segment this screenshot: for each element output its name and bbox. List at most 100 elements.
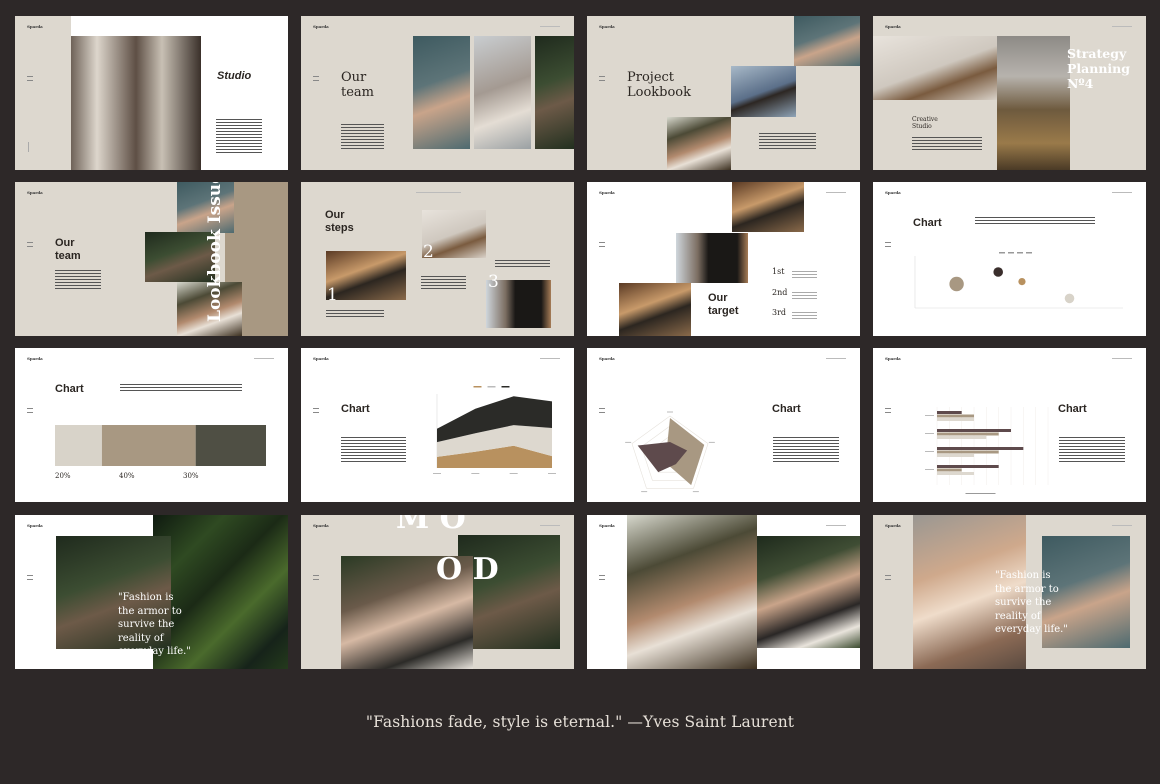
slide-studio[interactable]: Sparda Studio <box>15 16 288 170</box>
bar-segment <box>55 425 102 466</box>
header-line <box>540 26 560 27</box>
brand-logo: Sparda <box>27 523 43 528</box>
side-meta <box>885 408 891 416</box>
header-line <box>1112 358 1132 359</box>
x-tick-label <box>509 473 518 474</box>
slide-chart-area[interactable]: Sparda Chart <box>301 348 574 502</box>
quote-line: everyday life." <box>995 624 1068 635</box>
bar <box>937 429 1011 432</box>
photo-team-1 <box>413 36 470 149</box>
side-meta <box>27 76 33 84</box>
x-tick-label <box>433 473 441 474</box>
brand-logo: Sparda <box>885 523 901 528</box>
slide-our-team[interactable]: Sparda Our team <box>301 16 574 170</box>
quote-line: the armor to <box>118 605 182 617</box>
header-line <box>1112 525 1132 526</box>
category-label <box>925 415 934 416</box>
slide-title: Chart <box>1058 403 1087 415</box>
title-line: target <box>708 305 739 317</box>
percent-label-3: 30% <box>183 472 199 480</box>
brand-logo: Sparda <box>885 190 901 195</box>
slide-our-target[interactable]: Sparda Our target 1st 2nd 3rd <box>587 182 860 336</box>
slide-project-lookbook[interactable]: Sparda Project Lookbook <box>587 16 860 170</box>
quote-text: "Fashion is the armor to survive the rea… <box>995 569 1068 637</box>
bar <box>937 450 999 454</box>
side-meta <box>313 575 319 583</box>
header-line <box>826 525 846 526</box>
slide-title: Studio <box>217 70 252 82</box>
body-text <box>1059 437 1125 464</box>
header-line <box>416 192 461 193</box>
slide-chart-radar[interactable]: Sparda Chart <box>587 348 860 502</box>
slide-quote-portrait[interactable]: Sparda "Fashion is the armor to survive … <box>873 515 1146 669</box>
title-line: Our <box>708 292 728 304</box>
title-line: Our <box>325 209 345 221</box>
rank-text <box>792 271 817 280</box>
slide-chart-hbar[interactable]: Sparda Chart <box>873 348 1146 502</box>
bar <box>937 418 974 421</box>
slide-title: Strategy Planning Nº4 <box>1067 46 1130 91</box>
photo-desk <box>873 36 997 100</box>
category-label <box>925 451 934 452</box>
title-line: team <box>341 85 374 100</box>
axis-label <box>625 441 632 443</box>
bar <box>937 414 974 418</box>
legend-item <box>1008 252 1014 254</box>
slide-title: Chart <box>55 383 84 395</box>
vertical-title: Lookbook Issue <box>205 182 225 322</box>
photo-team-3 <box>535 36 574 149</box>
bubble-point <box>949 276 964 292</box>
body-text <box>975 217 1095 226</box>
quote-line: "Fashion is <box>995 570 1051 581</box>
rank-text <box>792 312 817 321</box>
mood-letters-top: M O <box>396 515 466 536</box>
photo-target-1 <box>732 182 804 232</box>
header-line <box>1112 192 1132 193</box>
photo-step-1 <box>326 251 406 300</box>
side-meta <box>885 575 891 583</box>
side-meta <box>599 242 605 250</box>
footer-quote: "Fashions fade, style is eternal." —Yves… <box>365 713 795 731</box>
hbar-chart <box>925 407 1049 494</box>
header-line <box>540 358 560 359</box>
step-number-2: 2 <box>423 242 434 262</box>
body-text <box>326 310 384 319</box>
brand-logo: Sparda <box>599 24 615 29</box>
rank-3rd: 3rd <box>772 308 787 317</box>
slide-title: Our target <box>708 292 739 318</box>
header-line <box>826 192 846 193</box>
bar <box>937 411 962 414</box>
slide-portraits[interactable]: Sparda <box>587 515 860 669</box>
quote-line: survive the <box>995 597 1052 608</box>
brand-logo: Sparda <box>313 356 329 361</box>
slide-quote-leaves[interactable]: Sparda "Fashion is the armor to survive … <box>15 515 288 669</box>
mood-letters-bottom: O D <box>436 552 499 587</box>
body-text <box>341 437 406 464</box>
bar-segment <box>195 425 266 466</box>
bubble-point <box>1064 293 1075 304</box>
title-line: Nº4 <box>1067 76 1094 91</box>
photo-target-3 <box>619 283 691 336</box>
area-chart <box>433 386 556 474</box>
slide-our-team-lookbook[interactable]: Sparda Our team Lookbook Issue <box>15 182 288 336</box>
bar <box>937 468 962 472</box>
legend-item <box>473 386 482 388</box>
quote-line: the armor to <box>995 583 1059 595</box>
quote-line: reality of <box>118 632 164 644</box>
slide-chart-stacked-bar[interactable]: Sparda Chart 20% 40% 30% <box>15 348 288 502</box>
title-line: team <box>55 250 81 262</box>
bar <box>937 436 987 439</box>
brand-logo: Sparda <box>599 523 615 528</box>
bar <box>937 454 974 457</box>
slide-title: Chart <box>772 403 801 415</box>
slide-title: Our team <box>55 237 81 263</box>
slide-chart-bubble[interactable]: Sparda Chart <box>873 182 1146 336</box>
photo-lookbook-2 <box>731 66 796 117</box>
slide-strategy-planning[interactable]: Sparda Strategy Planning Nº4 Creative St… <box>873 16 1146 170</box>
slide-our-steps[interactable]: Our steps 1 2 3 <box>301 182 574 336</box>
slide-title: Chart <box>341 403 370 415</box>
photo-lookbook-1 <box>794 16 860 66</box>
slide-mood[interactable]: Sparda M O O D <box>301 515 574 669</box>
header-line <box>1112 26 1132 27</box>
subtitle-line: Creative <box>912 116 938 123</box>
